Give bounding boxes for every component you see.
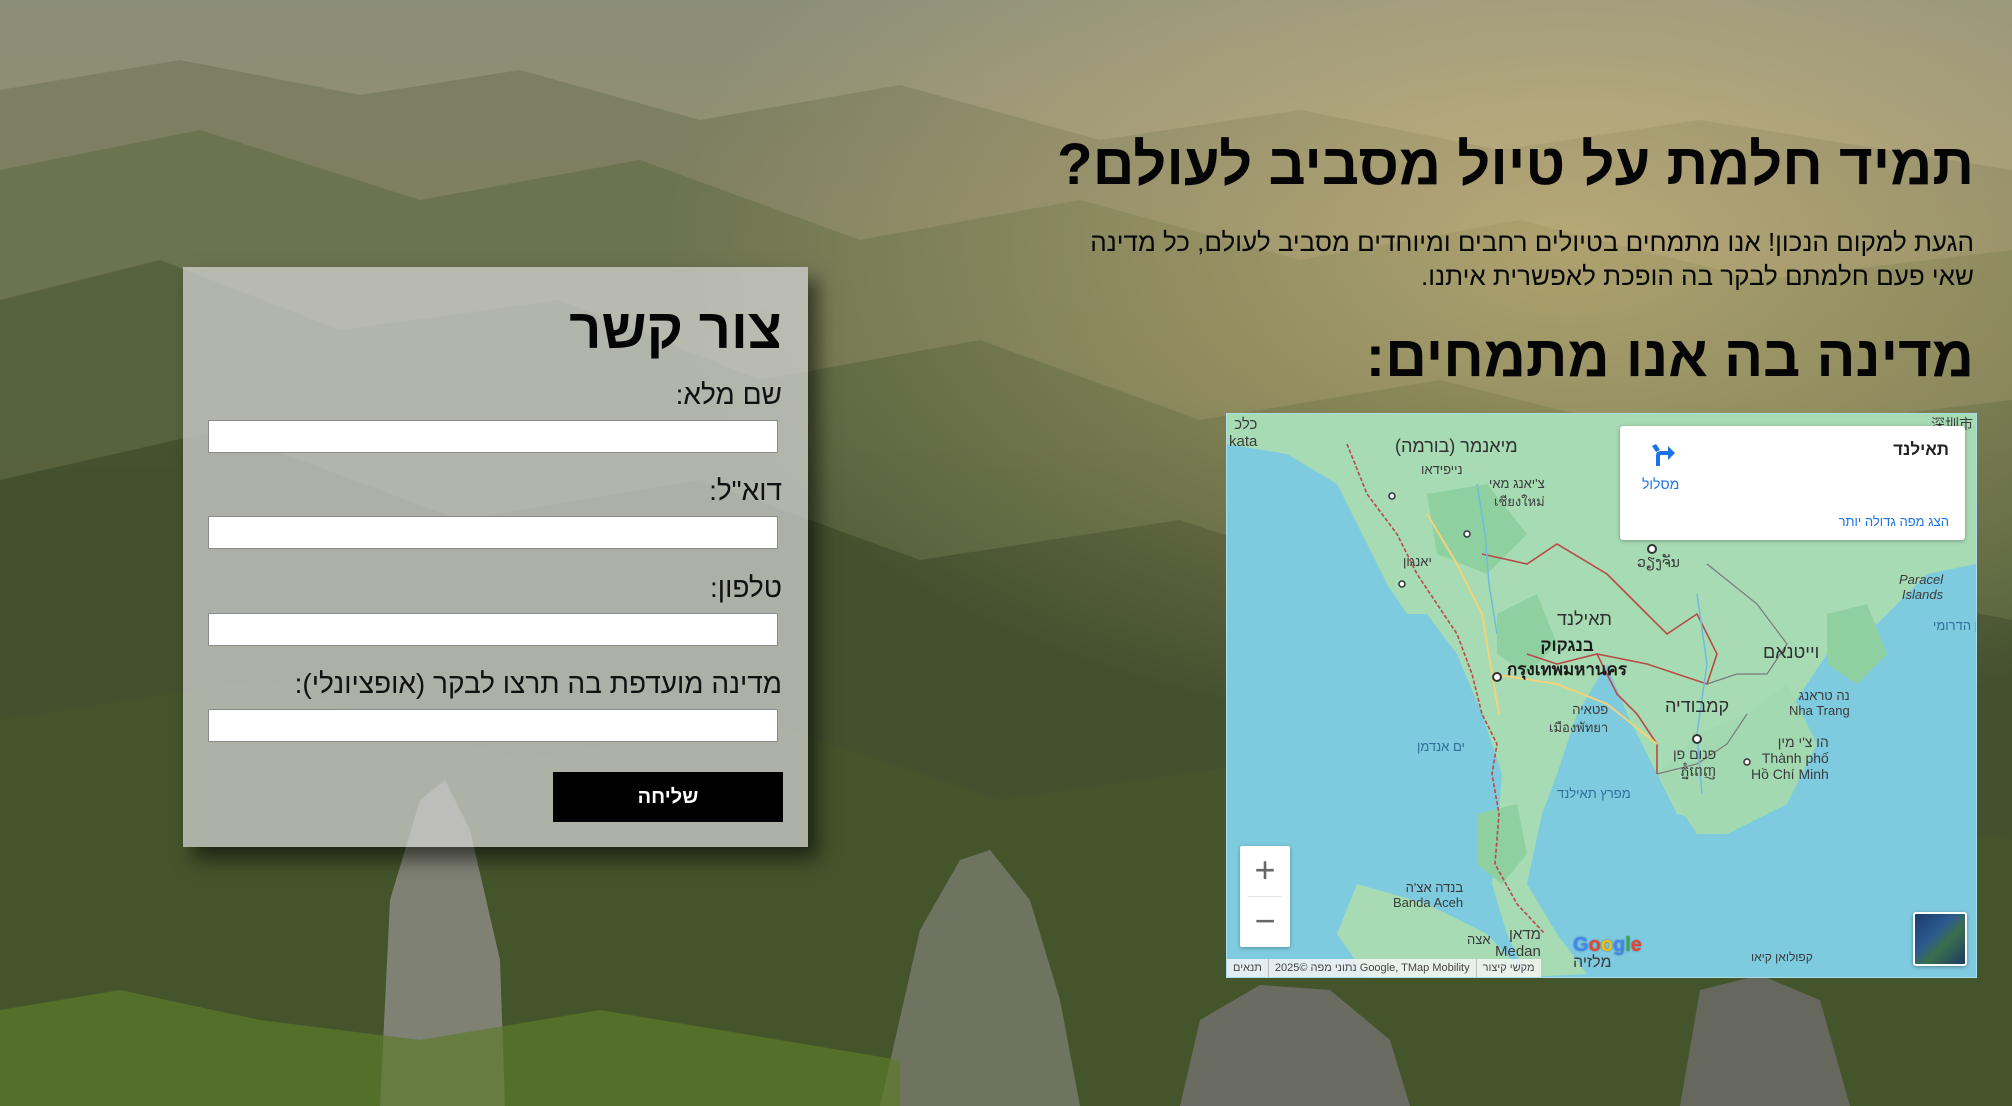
map-label-medan: מדאן Medan <box>1495 926 1541 960</box>
map-label-chiang-mai: צ'יאנג מאי เชียงใหม่ <box>1489 476 1545 509</box>
google-logo-letter: g <box>1613 934 1626 956</box>
hero-description: הגעת למקום הנכון! אנו מתמחים בטיולים רחב… <box>1090 227 1974 291</box>
satellite-layer-toggle[interactable] <box>1913 912 1967 966</box>
zoom-out-button[interactable]: − <box>1240 897 1290 947</box>
google-logo-letter: e <box>1630 934 1642 956</box>
map-attribution: תנאים 2025© נתוני מפה Google, TMap Mobil… <box>1227 959 1541 977</box>
keyboard-shortcuts-link[interactable]: מקשי קיצור <box>1475 959 1541 977</box>
map-label-banda-aceh: בנדה אצ'ה Banda Aceh <box>1393 880 1464 910</box>
map-label-gulf-of-thailand: מפרץ תאילנד <box>1557 786 1631 801</box>
map-label-myanmar: מיאנמר (בורמה) <box>1395 436 1518 456</box>
map-label-kapuas: קפולואן קיאו <box>1751 950 1813 964</box>
map-label-pattaya: פטאיה เมืองพัทยา <box>1549 702 1609 735</box>
map-terms-link[interactable]: תנאים <box>1227 959 1268 977</box>
hero-title: תמיד חלמת על טיול מסביב לעולם? <box>1057 132 1974 197</box>
map-data-credit: 2025© נתוני מפה Google, TMap Mobility <box>1267 959 1476 977</box>
map-label-south-china-sea: ים סין הדרומי <box>1933 618 1976 633</box>
full-name-input[interactable] <box>208 420 778 453</box>
map-place-card: תאילנד מסלול הצג מפה גדולה יותר <box>1620 426 1965 540</box>
preferred-country-label: מדינה מועדפת בה תרצו לבקר (אופציונלי): <box>294 668 782 699</box>
google-logo-letter: o <box>1588 934 1601 956</box>
view-larger-map-link[interactable]: הצג מפה גדולה יותר <box>1839 514 1949 529</box>
embedded-map[interactable]: כלכ kata מיאנמר (בורמה) נייפידאו צ'יאנג … <box>1226 413 1977 978</box>
map-label-vietnam: וייטנאם <box>1763 642 1820 662</box>
contact-title: צור קשר <box>569 297 782 360</box>
map-label-bangkok: בנגקוק กรุงเทพมหานคร <box>1507 636 1628 679</box>
map-label-cambodia: קמבודיה <box>1665 696 1730 716</box>
map-label-thailand: תאילנד <box>1557 609 1612 629</box>
map-label-hcmc: הו צ'י מין Thành phố Hồ Chí Minh <box>1751 734 1829 782</box>
google-logo-letter: G <box>1573 934 1589 956</box>
map-label-nha-trang: נה טראנג Nha Trang <box>1789 688 1850 718</box>
map-label-naypyidaw: נייפידאו <box>1421 462 1463 477</box>
google-logo-letter: o <box>1600 934 1613 956</box>
email-label: דוא"ל: <box>709 475 782 506</box>
zoom-control: + − <box>1240 846 1290 947</box>
phone-input[interactable] <box>208 613 778 646</box>
google-logo: Google <box>1573 934 1642 957</box>
map-label-kolkata: כלכ kata <box>1229 416 1258 450</box>
directions-link[interactable]: מסלול <box>1642 476 1679 492</box>
full-name-label: שם מלא: <box>675 379 782 410</box>
contact-form: צור קשר שם מלא: דוא"ל: טלפון: מדינה מועד… <box>183 267 808 847</box>
specialty-heading: מדינה בה אנו מתמחים: <box>1365 324 1974 389</box>
email-input[interactable] <box>208 516 778 549</box>
map-label-phnom-penh: פנום פן ភ្នំពេញ <box>1673 746 1717 779</box>
map-label-yangon: יאנגון <box>1403 554 1432 569</box>
map-label-aceh: אצה <box>1467 932 1491 947</box>
map-label-vientiane: ວຽງຈັນ <box>1637 554 1680 570</box>
map-label-andaman-sea: ים אנדמן <box>1417 739 1465 754</box>
map-label-paracel: Paracel Islands <box>1899 572 1944 602</box>
submit-button[interactable]: שליחה <box>553 772 783 822</box>
directions-icon[interactable] <box>1648 440 1678 470</box>
map-place-name: תאילנד <box>1893 440 1949 459</box>
zoom-in-button[interactable]: + <box>1240 846 1290 896</box>
phone-label: טלפון: <box>710 572 782 603</box>
preferred-country-input[interactable] <box>208 709 778 742</box>
